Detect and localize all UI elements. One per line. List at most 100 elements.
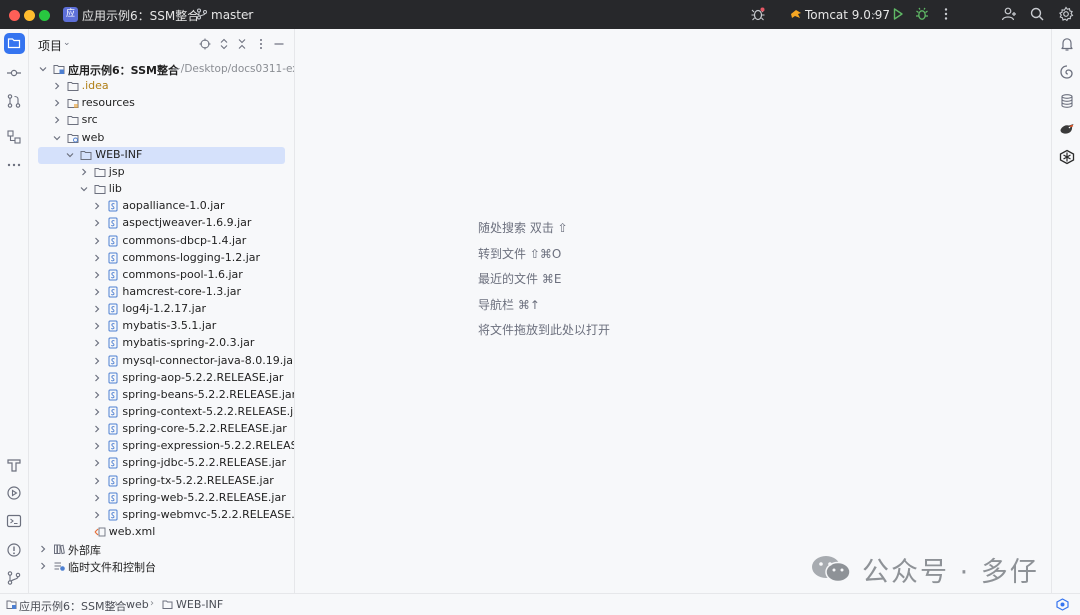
ai-assistant-icon[interactable] <box>1059 64 1075 80</box>
tree-row[interactable]: spring-jdbc-5.2.2.RELEASE.jar <box>29 455 294 472</box>
chevron-right-icon[interactable] <box>79 167 89 177</box>
chevron-right-icon[interactable] <box>92 356 102 366</box>
settings-gear-icon[interactable] <box>1058 6 1074 22</box>
tree-row[interactable]: lib <box>29 181 294 198</box>
more-tools-icon[interactable] <box>6 157 22 173</box>
chevron-down-icon[interactable] <box>79 184 89 194</box>
tree-row[interactable]: mysql-connector-java-8.0.19.jar <box>29 353 294 370</box>
tree-row[interactable]: log4j-1.2.17.jar <box>29 301 294 318</box>
chevron-down-icon[interactable]: ⌄ <box>870 8 878 18</box>
minimize-window-button[interactable] <box>24 10 35 21</box>
build-icon[interactable] <box>6 457 22 473</box>
commit-icon[interactable] <box>6 65 22 81</box>
chevron-right-icon[interactable] <box>92 373 102 383</box>
tree-row[interactable]: src <box>29 112 294 129</box>
zoom-window-button[interactable] <box>39 10 50 21</box>
chevron-right-icon[interactable] <box>38 544 48 554</box>
tree-row[interactable]: resources <box>29 95 294 112</box>
tree-row[interactable]: aopalliance-1.0.jar <box>29 198 294 215</box>
breadcrumb-web-inf[interactable]: WEB-INF <box>176 598 223 611</box>
project-badge[interactable]: 应 <box>63 7 78 22</box>
chevron-right-icon[interactable] <box>92 304 102 314</box>
tree-row[interactable]: web.xml <box>29 524 294 541</box>
tree-row[interactable]: jsp <box>29 164 294 181</box>
tree-row[interactable]: spring-context-5.2.2.RELEASE.jar <box>29 404 294 421</box>
chevron-right-icon[interactable] <box>92 441 102 451</box>
chevron-right-icon[interactable] <box>92 338 102 348</box>
git-branch-icon[interactable] <box>196 8 208 20</box>
tree-row[interactable]: hamcrest-core-1.3.jar <box>29 284 294 301</box>
chevron-down-icon[interactable]: ⌄ <box>174 8 182 18</box>
folder-icon[interactable] <box>7 36 21 50</box>
tree-row[interactable]: 应用示例6：SSM整合~/Desktop/docs0311-examples <box>29 61 294 78</box>
options-icon[interactable] <box>255 38 267 50</box>
chevron-right-icon[interactable] <box>92 407 102 417</box>
chevron-right-icon[interactable] <box>52 81 62 91</box>
close-window-button[interactable] <box>9 10 20 21</box>
run-icon[interactable] <box>890 6 906 22</box>
chevron-down-icon[interactable]: ⌄ <box>244 8 252 18</box>
tree-row[interactable]: 临时文件和控制台 <box>29 558 294 575</box>
tree-row[interactable]: 外部库 <box>29 541 294 558</box>
tree-row[interactable]: spring-aop-5.2.2.RELEASE.jar <box>29 370 294 387</box>
collapse-all-icon[interactable] <box>236 38 248 50</box>
minimize-panel-icon[interactable] <box>273 38 285 50</box>
problems-icon[interactable] <box>6 542 22 558</box>
debug-icon[interactable] <box>914 6 930 22</box>
tree-row[interactable]: spring-expression-5.2.2.RELEASE.jar <box>29 438 294 455</box>
tree-row[interactable]: mybatis-spring-2.0.3.jar <box>29 335 294 352</box>
ide-status-icon[interactable] <box>1056 598 1069 611</box>
chevron-right-icon[interactable] <box>92 510 102 520</box>
chevron-right-icon[interactable] <box>92 287 102 297</box>
chevron-right-icon[interactable] <box>92 458 102 468</box>
chevron-right-icon[interactable] <box>92 218 102 228</box>
tree-row[interactable]: spring-tx-5.2.2.RELEASE.jar <box>29 473 294 490</box>
panel-title[interactable]: 项目 <box>38 37 62 54</box>
chevron-right-icon[interactable] <box>92 201 102 211</box>
tree-row[interactable]: WEB-INF <box>29 146 294 164</box>
chevron-down-icon[interactable] <box>38 64 48 74</box>
tree-row[interactable]: commons-dbcp-1.4.jar <box>29 233 294 250</box>
breadcrumb-project[interactable]: 应用示例6：SSM整合 <box>19 598 126 614</box>
chevron-right-icon[interactable] <box>92 321 102 331</box>
gradle-icon[interactable] <box>1059 149 1075 165</box>
chevron-right-icon[interactable] <box>52 98 62 108</box>
more-actions-icon[interactable] <box>938 6 954 22</box>
debug-settings-icon[interactable] <box>750 6 766 22</box>
chevron-right-icon[interactable] <box>92 493 102 503</box>
tree-row[interactable]: spring-web-5.2.2.RELEASE.jar <box>29 490 294 507</box>
tomcat-icon[interactable] <box>790 8 802 20</box>
tree-row[interactable]: spring-core-5.2.2.RELEASE.jar <box>29 421 294 438</box>
terminal-icon[interactable] <box>6 513 22 529</box>
project-selector[interactable]: 应用示例6：SSM整合 <box>82 7 199 24</box>
chevron-down-icon[interactable] <box>65 150 75 160</box>
search-icon[interactable] <box>1029 6 1045 22</box>
tree-row[interactable]: commons-logging-1.2.jar <box>29 250 294 267</box>
chevron-right-icon[interactable] <box>92 253 102 263</box>
tree-row[interactable]: spring-beans-5.2.2.RELEASE.jar <box>29 387 294 404</box>
chevron-right-icon[interactable] <box>92 476 102 486</box>
chevron-right-icon[interactable] <box>92 270 102 280</box>
database-icon[interactable] <box>1059 93 1075 109</box>
editor-empty-area[interactable]: 随处搜索 双击 ⇧ 转到文件 ⇧⌘O 最近的文件 ⌘E 导航栏 ⌘↑ 将文件拖放… <box>295 29 1051 593</box>
chevron-right-icon[interactable] <box>92 424 102 434</box>
tree-row[interactable]: web <box>29 130 294 147</box>
tree-row[interactable]: .idea <box>29 78 294 95</box>
chevron-right-icon[interactable] <box>92 236 102 246</box>
tree-row[interactable]: commons-pool-1.6.jar <box>29 267 294 284</box>
chevron-down-icon[interactable]: ⌄ <box>63 38 71 48</box>
pull-request-icon[interactable] <box>6 93 22 109</box>
locate-file-icon[interactable] <box>199 38 211 50</box>
tree-row[interactable]: spring-webmvc-5.2.2.RELEASE.jar <box>29 507 294 524</box>
services-icon[interactable] <box>6 485 22 501</box>
breadcrumb-web[interactable]: web <box>126 598 149 611</box>
chevron-right-icon[interactable] <box>38 561 48 571</box>
chevron-right-icon[interactable] <box>92 390 102 400</box>
tree-row[interactable]: mybatis-3.5.1.jar <box>29 318 294 335</box>
git-icon[interactable] <box>6 570 22 586</box>
add-user-icon[interactable] <box>1001 6 1017 22</box>
tree-row[interactable]: aspectjweaver-1.6.9.jar <box>29 215 294 232</box>
chevron-down-icon[interactable] <box>52 133 62 143</box>
chevron-right-icon[interactable] <box>52 115 62 125</box>
expand-all-icon[interactable] <box>218 38 230 50</box>
